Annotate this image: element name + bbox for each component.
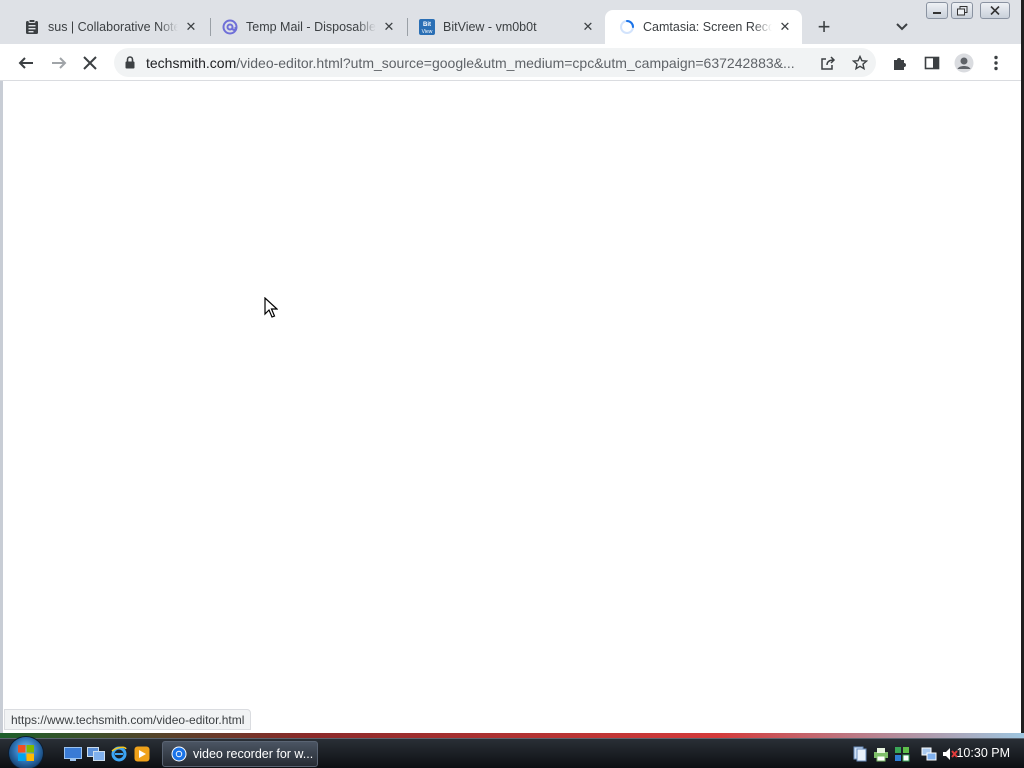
bookmark-star-icon[interactable] (844, 49, 876, 77)
back-arrow-icon (18, 57, 33, 69)
tab-camtasia[interactable]: Camtasia: Screen Record ✕ (605, 10, 802, 44)
tab-search-icon[interactable] (890, 16, 914, 38)
back-button[interactable] (12, 49, 40, 77)
taskbar-window-label: video recorder for w... (193, 747, 314, 761)
windows-logo-icon (18, 745, 34, 761)
restore-button[interactable] (951, 2, 973, 19)
browser-toolbar: techsmith.com/video-editor.html?utm_sour… (0, 44, 1021, 81)
svg-text:View: View (422, 29, 433, 35)
start-button[interactable] (8, 736, 44, 768)
stop-icon (83, 56, 97, 70)
network-tray-icon[interactable] (921, 746, 937, 762)
url-path: /video-editor.html?utm_source=google&utm… (236, 54, 795, 71)
extensions-puzzle-icon[interactable] (886, 49, 914, 77)
new-tab-button[interactable]: + (812, 14, 836, 39)
tab-title: BitView - vm0b0t (443, 20, 537, 34)
show-desktop-icon[interactable] (64, 746, 82, 762)
close-tab-icon[interactable]: ✕ (776, 18, 794, 36)
side-panel-icon[interactable] (918, 49, 946, 77)
printer-tray-icon[interactable] (873, 746, 889, 762)
tab-strip: sus | Collaborative Notep ✕ Temp Mail - … (0, 0, 1021, 44)
tab-temp-mail[interactable]: Temp Mail - Disposable T ✕ (208, 10, 406, 44)
taskbar-clock[interactable]: 10:30 PM (956, 746, 1010, 760)
safely-remove-tray-icon[interactable] (894, 746, 910, 762)
page-content[interactable] (0, 81, 1021, 733)
tab-title: Temp Mail - Disposable T (246, 20, 376, 34)
browser-window: sus | Collaborative Notep ✕ Temp Mail - … (0, 0, 1024, 738)
tab-bitview[interactable]: Bit View BitView - vm0b0t ✕ (405, 10, 605, 44)
bitview-icon: Bit View (419, 19, 435, 35)
mouse-cursor-icon (264, 297, 278, 318)
close-window-button[interactable] (980, 2, 1010, 19)
url-host: techsmith.com (146, 54, 237, 71)
taskbar-window-chrome[interactable]: video recorder for w... (162, 741, 318, 767)
menu-kebab-icon[interactable] (982, 49, 1010, 77)
internet-explorer-icon[interactable] (110, 746, 128, 762)
media-player-icon[interactable] (133, 746, 151, 762)
minimize-button[interactable] (926, 2, 948, 19)
loading-spinner-icon (619, 19, 635, 35)
lock-icon[interactable] (114, 56, 146, 69)
switch-windows-icon[interactable] (87, 746, 105, 762)
url-text[interactable]: techsmith.com/video-editor.html?utm_sour… (146, 55, 812, 71)
close-tab-icon[interactable]: ✕ (380, 18, 398, 36)
address-bar[interactable]: techsmith.com/video-editor.html?utm_sour… (114, 48, 876, 77)
taskbar: video recorder for w... 10:30 PM (0, 736, 1024, 768)
document-tray-icon[interactable] (852, 746, 868, 762)
at-sign-icon (222, 19, 238, 35)
forward-arrow-icon (52, 57, 67, 69)
status-url-bubble: https://www.techsmith.com/video-editor.h… (4, 709, 252, 730)
tab-title: Camtasia: Screen Record (643, 20, 772, 34)
tab-title: sus | Collaborative Notep (48, 20, 178, 34)
share-icon[interactable] (812, 49, 844, 77)
close-tab-icon[interactable]: ✕ (579, 18, 597, 36)
close-tab-icon[interactable]: ✕ (182, 18, 200, 36)
profile-avatar-icon[interactable] (950, 49, 978, 77)
clipboard-icon (24, 19, 40, 35)
stop-loading-button[interactable] (76, 49, 104, 77)
chrome-icon (171, 746, 187, 762)
forward-button[interactable] (45, 49, 73, 77)
tab-collaborative-notepad[interactable]: sus | Collaborative Notep ✕ (10, 10, 208, 44)
svg-text:Bit: Bit (423, 22, 431, 28)
